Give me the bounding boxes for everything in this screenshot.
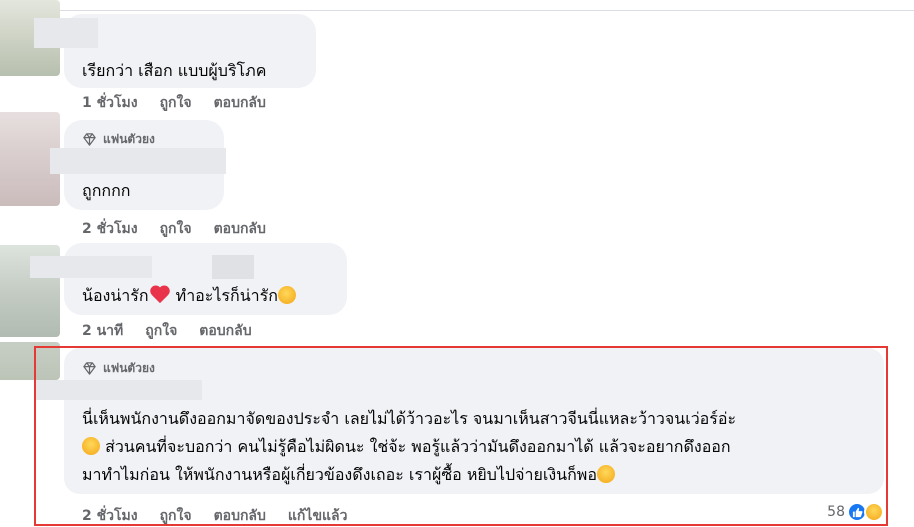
comment-timestamp[interactable]: 2 นาที [82,320,123,342]
comment-timestamp[interactable]: 1 ชั่วโมง [82,92,138,114]
badge-label: แฟนตัวยง [103,132,155,146]
author-name-redacted[interactable] [50,148,226,174]
like-button[interactable]: ถูกใจ [160,218,192,240]
author-name-redacted[interactable] [212,255,254,279]
author-name-redacted[interactable] [30,256,152,278]
diamond-icon [83,133,96,146]
comment-actions: 2 ชั่วโมง ถูกใจ ตอบกลับ [82,218,266,240]
rofl-emoji-icon [274,283,299,307]
reply-button[interactable]: ตอบกลับ [214,92,266,114]
comment-timestamp[interactable]: 2 ชั่วโมง [82,218,138,240]
comment-text-part: ทำอะไรก็น่ารัก [170,286,278,305]
highlight-box [34,346,888,526]
top-fan-badge: แฟนตัวยง [82,130,155,149]
like-button[interactable]: ถูกใจ [160,92,192,114]
comment-text: เรียกว่า เสือก แบบผู้บริโภค [82,61,267,80]
top-divider [0,10,914,11]
reply-button[interactable]: ตอบกลับ [214,218,266,240]
comment-actions: 2 นาที ถูกใจ ตอบกลับ [82,320,252,342]
like-button[interactable]: ถูกใจ [145,320,177,342]
reply-button[interactable]: ตอบกลับ [199,320,251,342]
author-name-redacted[interactable] [34,18,98,48]
comment-actions: 1 ชั่วโมง ถูกใจ ตอบกลับ [82,92,266,114]
comment-text: น้องน่ารัก ทำอะไรก็น่ารัก [82,281,299,310]
comment-text: ถูกกกก [82,181,131,200]
heart-emoji-icon [149,286,171,304]
comment-text-part: น้องน่ารัก [82,286,149,305]
